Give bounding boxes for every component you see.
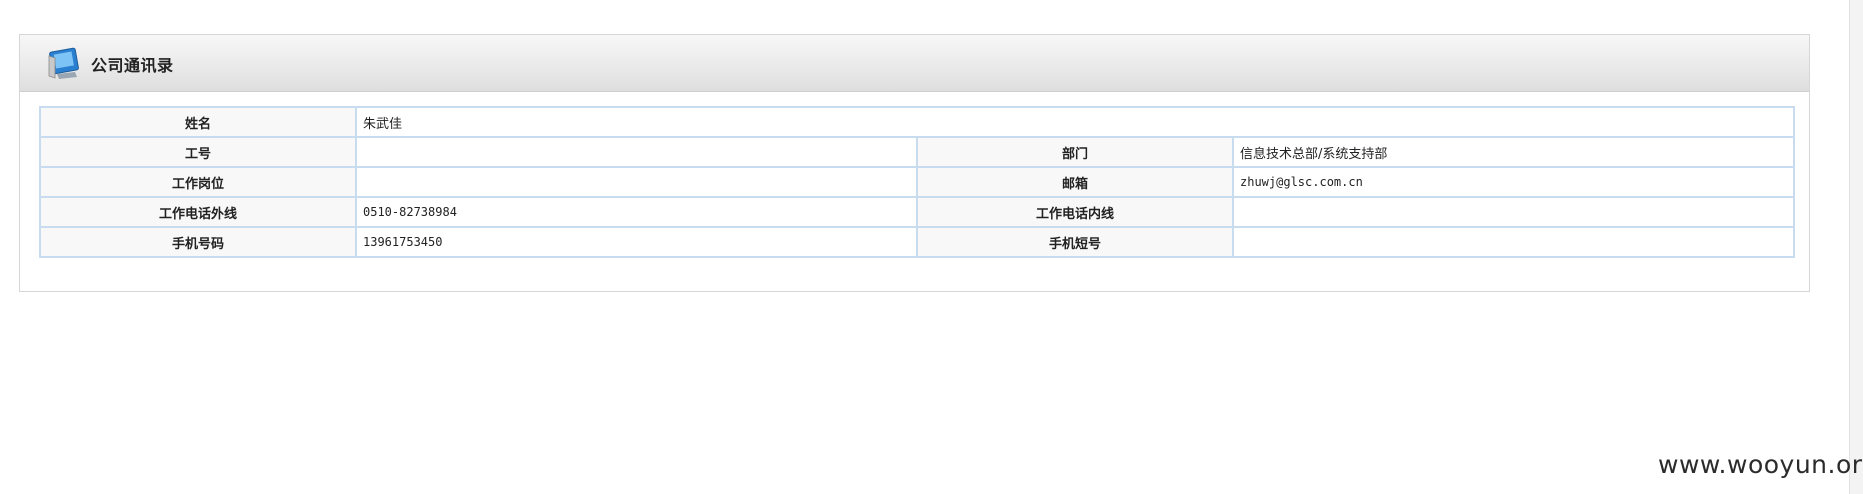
name-label: 姓名 <box>39 106 357 138</box>
email-label: 邮箱 <box>916 166 1234 198</box>
mobile-label: 手机号码 <box>39 226 357 258</box>
panel-header: 公司通讯录 <box>20 35 1809 92</box>
name-value: 朱武佳 <box>355 106 1795 138</box>
table-row: 姓名 朱武佳 <box>39 106 1795 138</box>
watermark: www.wooyun.org <box>1658 450 1863 479</box>
table-row: 工号 部门 信息技术总部/系统支持部 <box>39 136 1795 168</box>
work-phone-int-value <box>1232 196 1795 228</box>
position-label: 工作岗位 <box>39 166 357 198</box>
panel-title: 公司通讯录 <box>91 56 174 75</box>
table-row: 工作岗位 邮箱 zhuwj@glsc.com.cn <box>39 166 1795 198</box>
employee-id-value <box>355 136 918 168</box>
table-row: 手机号码 13961753450 手机短号 <box>39 226 1795 258</box>
table-row: 工作电话外线 0510-82738984 工作电话内线 <box>39 196 1795 228</box>
department-label: 部门 <box>916 136 1234 168</box>
contact-info-table: 姓名 朱武佳 工号 部门 信息技术总部/系统支持部 工作岗位 邮箱 zhuwj@… <box>39 106 1795 258</box>
address-book-icon <box>47 46 83 80</box>
vertical-scrollbar[interactable] <box>1849 0 1863 494</box>
department-value: 信息技术总部/系统支持部 <box>1232 136 1795 168</box>
employee-id-label: 工号 <box>39 136 357 168</box>
email-value: zhuwj@glsc.com.cn <box>1232 166 1795 198</box>
work-phone-ext-label: 工作电话外线 <box>39 196 357 228</box>
contact-panel: 公司通讯录 姓名 朱武佳 工号 部门 信息技术总部/系统支持部 工作岗位 邮箱 … <box>19 34 1810 292</box>
work-phone-ext-value: 0510-82738984 <box>355 196 918 228</box>
mobile-value: 13961753450 <box>355 226 918 258</box>
mobile-short-label: 手机短号 <box>916 226 1234 258</box>
position-value <box>355 166 918 198</box>
work-phone-int-label: 工作电话内线 <box>916 196 1234 228</box>
mobile-short-value <box>1232 226 1795 258</box>
